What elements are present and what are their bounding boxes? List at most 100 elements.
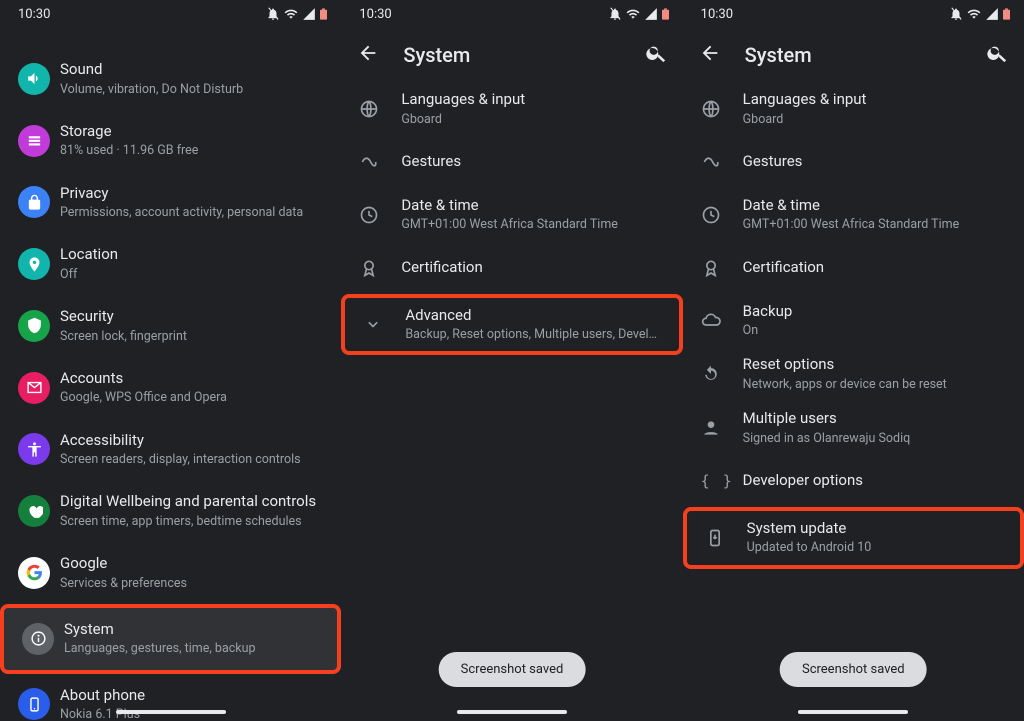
settings-item-google[interactable]: Google Services & preferences — [0, 542, 341, 604]
item-title: Date & time — [743, 196, 1006, 216]
accounts-icon — [18, 372, 50, 404]
system-settings-screen: 10:30 System Languages & input Gboard Ges… — [341, 0, 682, 721]
update-icon — [705, 528, 725, 548]
dnd-icon — [266, 7, 280, 21]
location-icon — [18, 248, 50, 280]
settings-main-screen: 10:30 SoundVolume, vibration, Do Not Dis… — [0, 0, 341, 721]
item-sub: Screen time, app timers, bedtime schedul… — [60, 514, 323, 530]
item-title: System update — [747, 519, 1002, 539]
gestures-icon — [359, 152, 379, 172]
search-button[interactable] — [986, 42, 1008, 68]
gestures-icon — [701, 152, 721, 172]
app-bar: System — [341, 28, 682, 82]
system-item-update[interactable]: System updateUpdated to Android 10 — [683, 507, 1024, 569]
battery-icon — [320, 8, 327, 20]
system-item-backup[interactable]: BackupOn — [683, 294, 1024, 348]
item-sub: Updated to Android 10 — [747, 540, 1002, 556]
item-sub: Backup, Reset options, Multiple users, D… — [405, 327, 660, 343]
item-title: Storage — [60, 122, 323, 142]
item-title: Location — [60, 245, 323, 265]
item-sub: Network, apps or device can be reset — [743, 377, 1006, 393]
system-item-languages[interactable]: Languages & input Gboard — [341, 82, 682, 136]
settings-item-location[interactable]: Location Off — [0, 233, 341, 295]
privacy-icon — [18, 186, 50, 218]
system-item-certification[interactable]: Certification — [683, 242, 1024, 294]
settings-item-wellbeing[interactable]: Digital Wellbeing and parental controls S… — [0, 480, 341, 542]
system-item-reset[interactable]: Reset options Network, apps or device can… — [683, 347, 1024, 401]
wifi-icon — [626, 7, 640, 21]
item-sub: Google, WPS Office and Opera — [60, 390, 323, 406]
person-icon — [701, 418, 721, 438]
item-sub: Signed in as Olanrewaju Sodiq — [743, 431, 1006, 447]
clock: 10:30 — [701, 7, 733, 22]
item-sub: Screen readers, display, interaction con… — [60, 452, 323, 468]
item-sub: Services & preferences — [60, 576, 323, 592]
item-title: Certification — [401, 258, 664, 278]
toast[interactable]: Screenshot saved — [780, 652, 927, 687]
system-settings-expanded-screen: 10:30 System Languages & inputGboard Ges… — [683, 0, 1024, 721]
wellbeing-icon — [18, 495, 50, 527]
item-title: Accessibility — [60, 431, 323, 451]
settings-item-privacy[interactable]: PrivacyPermissions, account activity, pe… — [0, 172, 341, 234]
item-sub: Gboard — [401, 112, 664, 128]
item-title: Advanced — [405, 306, 660, 326]
item-title: Privacy — [60, 184, 323, 204]
nav-bar — [683, 703, 1024, 721]
item-title: Sound — [60, 60, 323, 80]
toast[interactable]: Screenshot saved — [439, 652, 586, 687]
wifi-icon — [967, 7, 981, 21]
code-icon: { } — [701, 472, 734, 490]
back-button[interactable] — [357, 42, 379, 68]
search-button[interactable] — [645, 42, 667, 68]
item-sub: Languages, gestures, time, backup — [64, 641, 319, 657]
security-icon — [18, 310, 50, 342]
clock-icon — [701, 205, 721, 225]
system-item-datetime[interactable]: Date & timeGMT+01:00 West Africa Standar… — [683, 188, 1024, 242]
page-title: System — [403, 43, 620, 67]
settings-item-security[interactable]: SecurityScreen lock, fingerprint — [0, 295, 341, 357]
battery-icon — [662, 8, 669, 20]
item-sub: Off — [60, 267, 323, 283]
settings-item-accounts[interactable]: AccountsGoogle, WPS Office and Opera — [0, 357, 341, 419]
nav-bar — [341, 703, 682, 721]
dnd-icon — [608, 7, 622, 21]
system-item-gestures[interactable]: Gestures — [341, 136, 682, 188]
settings-item-accessibility[interactable]: AccessibilityScreen readers, display, in… — [0, 419, 341, 481]
item-title: Google — [60, 554, 323, 574]
status-bar: 10:30 — [341, 0, 682, 28]
system-item-developer[interactable]: { } Developer options — [683, 455, 1024, 507]
sound-icon — [18, 63, 50, 95]
system-item-users[interactable]: Multiple users Signed in as Olanrewaju So… — [683, 401, 1024, 455]
item-sub: Gboard — [743, 112, 1006, 128]
reset-icon — [701, 364, 721, 384]
system-item-gestures[interactable]: Gestures — [683, 136, 1024, 188]
system-item-certification[interactable]: Certification — [341, 242, 682, 294]
item-title: Developer options — [743, 471, 1006, 491]
settings-item-system[interactable]: SystemLanguages, gestures, time, backup — [0, 604, 341, 674]
clock-icon — [359, 205, 379, 225]
globe-icon — [701, 99, 721, 119]
system-item-languages[interactable]: Languages & inputGboard — [683, 82, 1024, 136]
system-item-advanced[interactable]: AdvancedBackup, Reset options, Multiple … — [341, 294, 682, 356]
item-title: System — [64, 620, 319, 640]
item-title: Digital Wellbeing and parental controls — [60, 492, 323, 512]
google-icon — [18, 557, 50, 589]
settings-item-storage[interactable]: Storage81% used · 11.96 GB free — [0, 110, 341, 172]
item-title: Reset options — [743, 355, 1006, 375]
certification-icon — [359, 258, 379, 278]
cloud-icon — [701, 310, 721, 330]
item-title: Gestures — [743, 152, 1006, 172]
system-item-datetime[interactable]: Date & timeGMT+01:00 West Africa Standar… — [341, 188, 682, 242]
item-title: Accounts — [60, 369, 323, 389]
back-button[interactable] — [699, 42, 721, 68]
status-icons — [266, 7, 327, 21]
accessibility-icon — [18, 433, 50, 465]
item-sub: Screen lock, fingerprint — [60, 329, 323, 345]
status-icons — [608, 7, 669, 21]
item-title: Multiple users — [743, 409, 1006, 429]
settings-item-sound[interactable]: SoundVolume, vibration, Do Not Disturb — [0, 48, 341, 110]
item-sub: Permissions, account activity, personal … — [60, 205, 323, 221]
app-bar: System — [683, 28, 1024, 82]
item-title: Languages & input — [401, 90, 664, 110]
page-title: System — [745, 43, 962, 67]
